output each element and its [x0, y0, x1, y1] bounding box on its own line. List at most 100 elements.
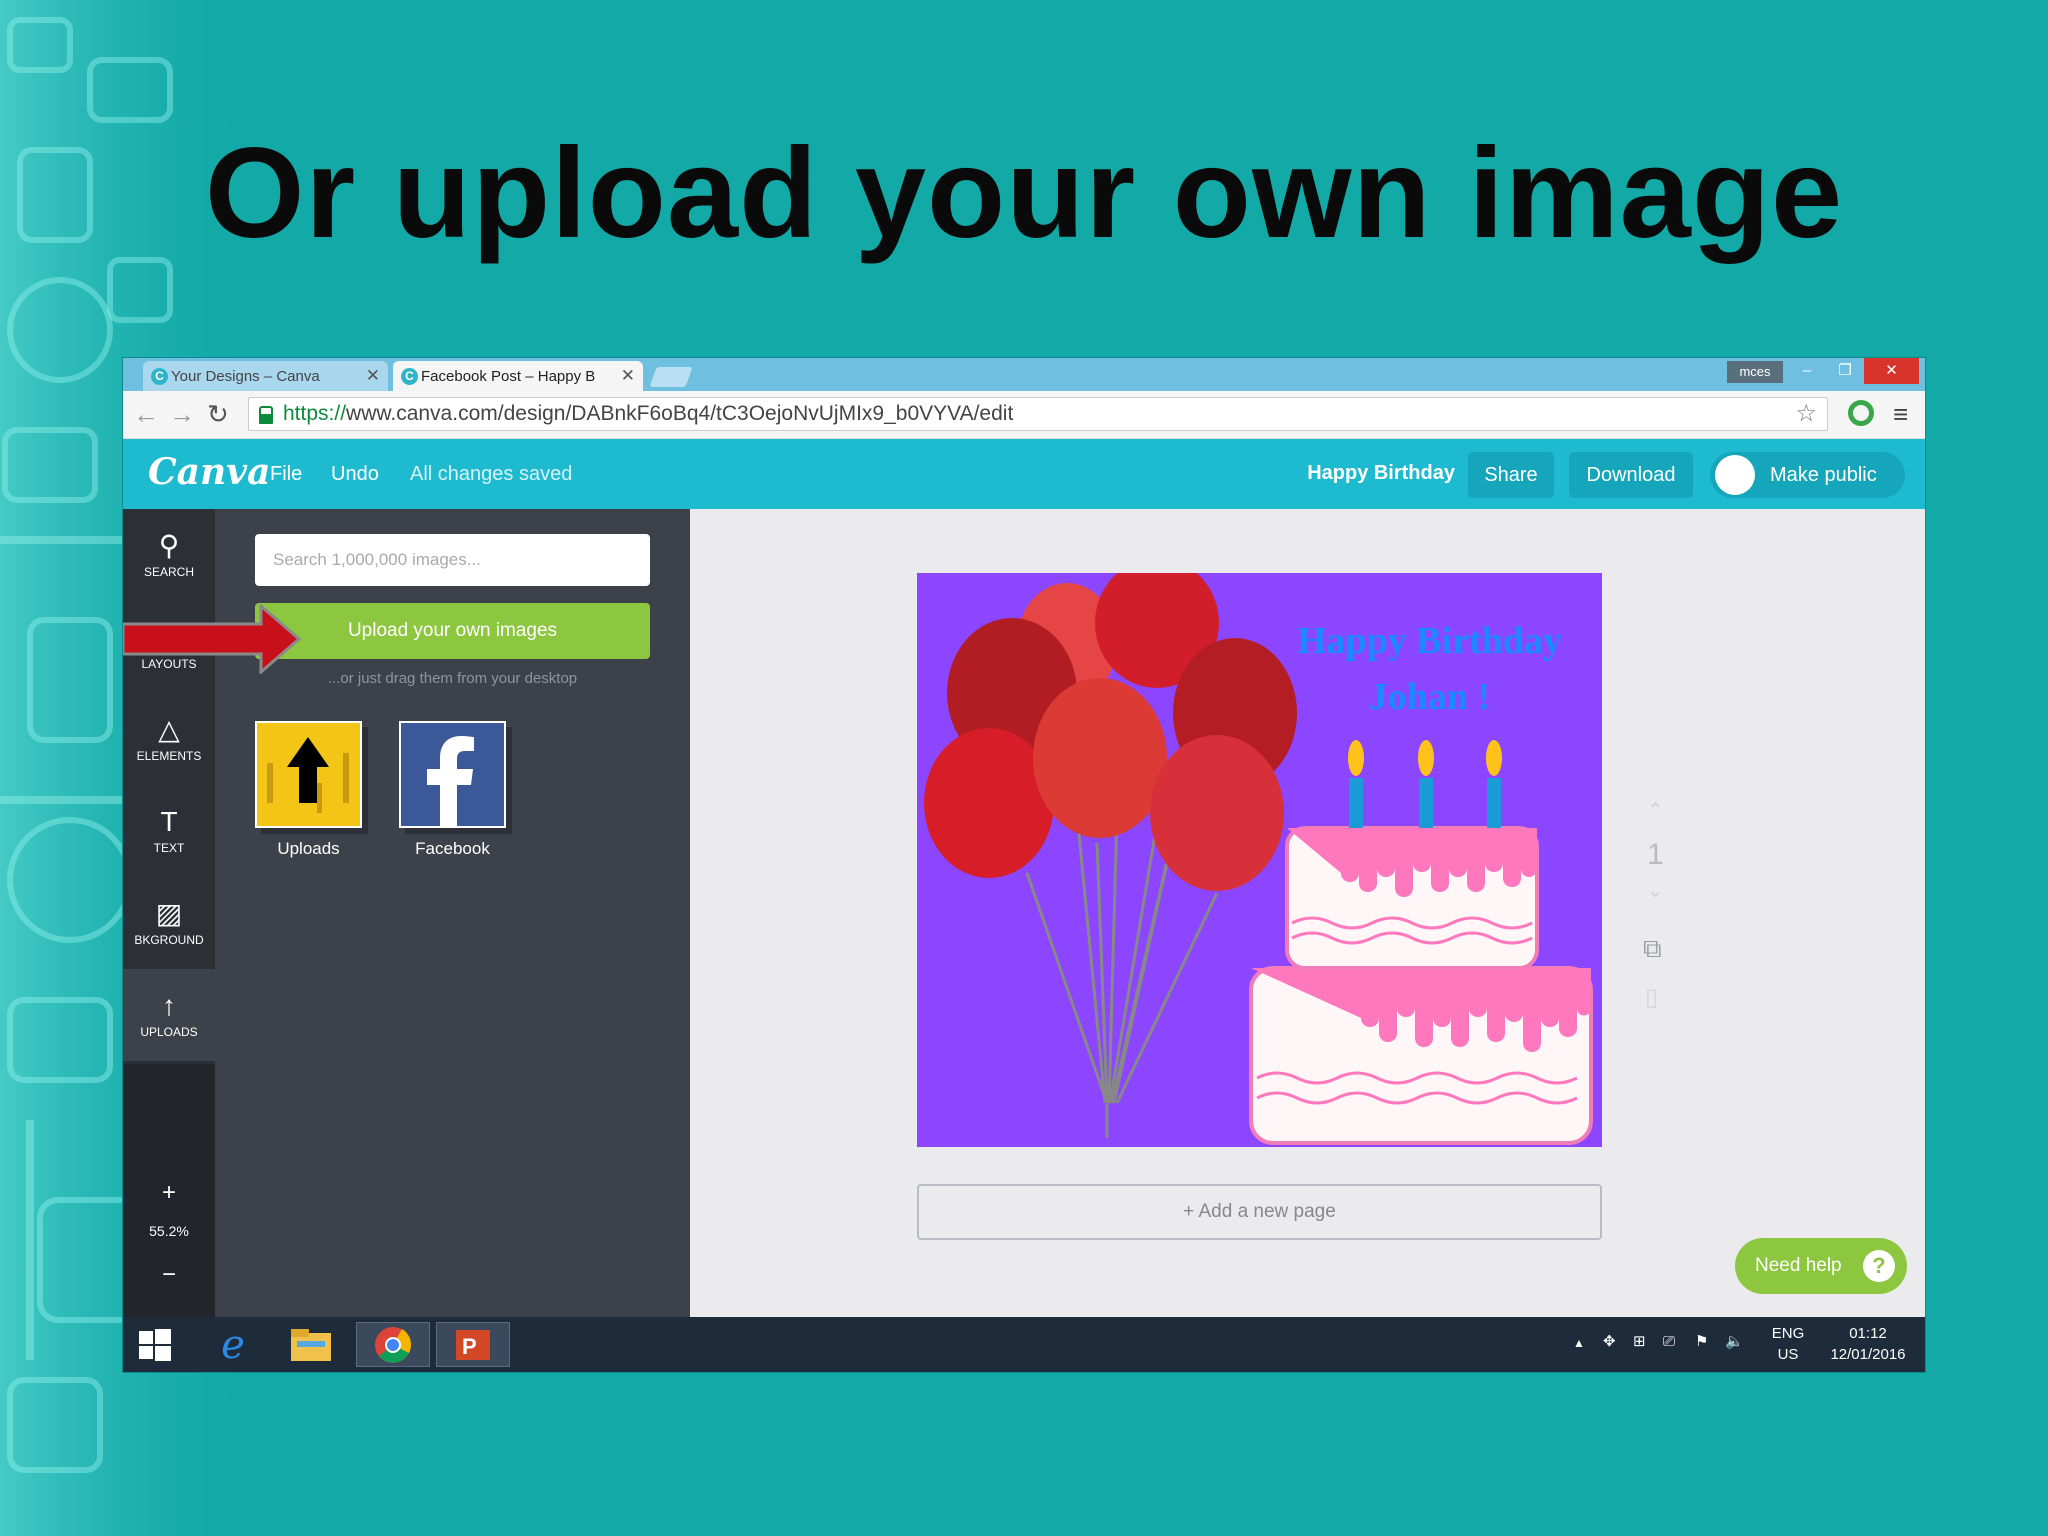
sidebar-item-search[interactable]: ⚲ SEARCH	[123, 509, 215, 601]
facebook-folder[interactable]	[399, 721, 506, 828]
design-canvas[interactable]: Happy Birthday Johan !	[917, 573, 1602, 1147]
page-up-icon[interactable]: ⌃	[1647, 798, 1664, 823]
url-scheme: https://	[283, 402, 347, 425]
search-icon: ⚲	[158, 530, 180, 561]
copy-page-icon[interactable]: ⧉	[1643, 933, 1662, 965]
delete-page-icon[interactable]: ▯	[1645, 983, 1658, 1012]
clock[interactable]: 01:12 12/01/2016	[1823, 1323, 1913, 1365]
cake	[1249, 826, 1593, 1145]
lock-icon	[259, 406, 273, 424]
url-field[interactable]: https://www.canva.com/design/DABnkF6oBq4…	[248, 397, 1828, 431]
facebook-folder-label: Facebook	[415, 839, 490, 858]
sidebar-item-text[interactable]: T TEXT	[123, 785, 215, 877]
upload-icon: ↑	[162, 990, 176, 1021]
canva-favicon-icon: C	[151, 368, 168, 385]
volume-icon[interactable]: 🔈	[1725, 1331, 1744, 1352]
sidebar-item-elements[interactable]: △ ELEMENTS	[123, 693, 215, 785]
image-search-input[interactable]: Search 1,000,000 images...	[255, 534, 650, 586]
restore-icon[interactable]: ❐	[1826, 358, 1864, 384]
page-number: 1	[1647, 838, 1664, 871]
browser-menu-icon[interactable]: ≡	[1893, 399, 1908, 430]
sidebar-item-label: TEXT	[153, 841, 185, 855]
close-window-icon[interactable]: ✕	[1864, 358, 1919, 384]
zoom-in-button[interactable]: +	[123, 1179, 215, 1207]
file-menu[interactable]: File	[270, 463, 302, 486]
toggle-knob	[1715, 455, 1755, 495]
tab-label: Facebook Post – Happy B	[421, 367, 596, 385]
save-status: All changes saved	[410, 463, 573, 485]
slide-title: Or upload your own image	[204, 122, 1844, 265]
tab-strip: C Your Designs – Canva ✕ C Facebook Post…	[123, 358, 1925, 391]
make-public-toggle[interactable]: Make public	[1710, 452, 1905, 498]
powerpoint-icon[interactable]: P	[436, 1322, 510, 1367]
share-button[interactable]: Share	[1468, 452, 1554, 498]
download-button[interactable]: Download	[1569, 452, 1693, 498]
file-explorer-icon[interactable]	[281, 1322, 341, 1367]
back-icon[interactable]: ←	[133, 401, 159, 427]
zoom-level: 55.2%	[149, 1223, 189, 1239]
make-public-label: Make public	[1770, 464, 1877, 486]
windows-tray-icon[interactable]: ⊞	[1633, 1331, 1646, 1352]
url-text: www.canva.com/design/DABnkF6oBq4/tC3Oejo…	[346, 402, 1014, 425]
clock-date: 12/01/2016	[1830, 1346, 1906, 1363]
sidebar-item-label: BKGROUND	[134, 933, 204, 947]
canva-logo[interactable]: Canva	[148, 451, 270, 493]
zoom-out-button[interactable]: −	[123, 1261, 215, 1289]
sidebar-item-label: UPLOADS	[140, 1025, 198, 1039]
design-name[interactable]: Happy Birthday	[1307, 462, 1455, 485]
elements-icon: △	[158, 714, 180, 745]
drag-hint: ...or just drag them from your desktop	[327, 670, 578, 687]
candles	[1348, 740, 1502, 828]
new-tab-button[interactable]	[649, 367, 693, 387]
sidebar-item-background[interactable]: ▨ BKGROUND	[123, 877, 215, 969]
browser-window: C Your Designs – Canva ✕ C Facebook Post…	[123, 358, 1925, 1372]
language-indicator[interactable]: ENG US	[1763, 1323, 1813, 1365]
canva-topbar: Canva File Undo All changes saved Happy …	[123, 439, 1925, 509]
greeting-line-1: Happy Birthday	[1296, 620, 1563, 662]
canva-favicon-icon: C	[401, 368, 418, 385]
language-code: ENG	[1771, 1325, 1805, 1342]
tray-expand-icon[interactable]: ▲	[1573, 1333, 1585, 1354]
uploads-folder[interactable]	[255, 721, 362, 828]
profile-badge[interactable]: mces	[1727, 361, 1783, 383]
upload-arrow-icon	[267, 737, 349, 813]
dropbox-icon[interactable]: ✥	[1603, 1331, 1616, 1352]
page-down-icon[interactable]: ⌄	[1647, 878, 1664, 903]
greeting-line-2: Johan !	[1368, 676, 1491, 718]
sidebar-item-label: ELEMENTS	[136, 749, 202, 763]
close-tab-icon[interactable]: ✕	[621, 366, 635, 386]
tab-label: Your Designs – Canva	[171, 367, 320, 385]
forward-icon[interactable]: →	[169, 401, 195, 427]
add-page-button[interactable]: + Add a new page	[917, 1184, 1602, 1240]
internet-explorer-icon[interactable]: e	[203, 1322, 263, 1368]
sidebar-item-label: SEARCH	[143, 565, 194, 579]
tab-your-designs[interactable]: C Your Designs – Canva ✕	[143, 361, 388, 391]
upload-images-button[interactable]: Upload your own images	[255, 603, 650, 659]
reload-icon[interactable]: ↻	[207, 401, 229, 427]
help-icon: ?	[1863, 1250, 1895, 1282]
address-bar-row: ← → ↻ https://www.canva.com/design/DABnk…	[123, 391, 1925, 439]
undo-button[interactable]: Undo	[331, 463, 379, 486]
network-icon[interactable]: ⎚	[1663, 1331, 1675, 1352]
flag-icon[interactable]: ⚑	[1695, 1331, 1708, 1352]
uploads-folder-label: Uploads	[277, 839, 340, 858]
callout-arrow-icon	[123, 604, 302, 674]
bookmark-star-icon[interactable]: ☆	[1795, 398, 1817, 430]
chrome-icon[interactable]	[356, 1322, 430, 1367]
region-code: US	[1777, 1346, 1799, 1363]
need-help-button[interactable]: Need help ?	[1735, 1238, 1907, 1294]
windows-taskbar: e P ▲ ✥ ⊞ ⎚ ⚑ 🔈 ENG US 01:12 12/01/2016	[123, 1317, 1925, 1372]
sidebar-item-uploads[interactable]: ↑ UPLOADS	[123, 969, 215, 1061]
svg-text:P: P	[462, 1334, 477, 1359]
minimize-icon[interactable]: –	[1788, 358, 1826, 384]
balloons	[924, 573, 1297, 891]
facebook-icon	[427, 736, 474, 826]
clock-time: 01:12	[1849, 1325, 1887, 1342]
need-help-label: Need help	[1755, 1255, 1842, 1276]
text-icon: T	[160, 806, 178, 837]
close-tab-icon[interactable]: ✕	[366, 366, 380, 386]
windows-start-icon[interactable]	[125, 1322, 185, 1367]
extension-icon[interactable]	[1848, 400, 1874, 426]
greeting-text[interactable]: Happy Birthday Johan !	[1262, 613, 1597, 725]
tab-facebook-post[interactable]: C Facebook Post – Happy B ✕	[393, 361, 643, 391]
